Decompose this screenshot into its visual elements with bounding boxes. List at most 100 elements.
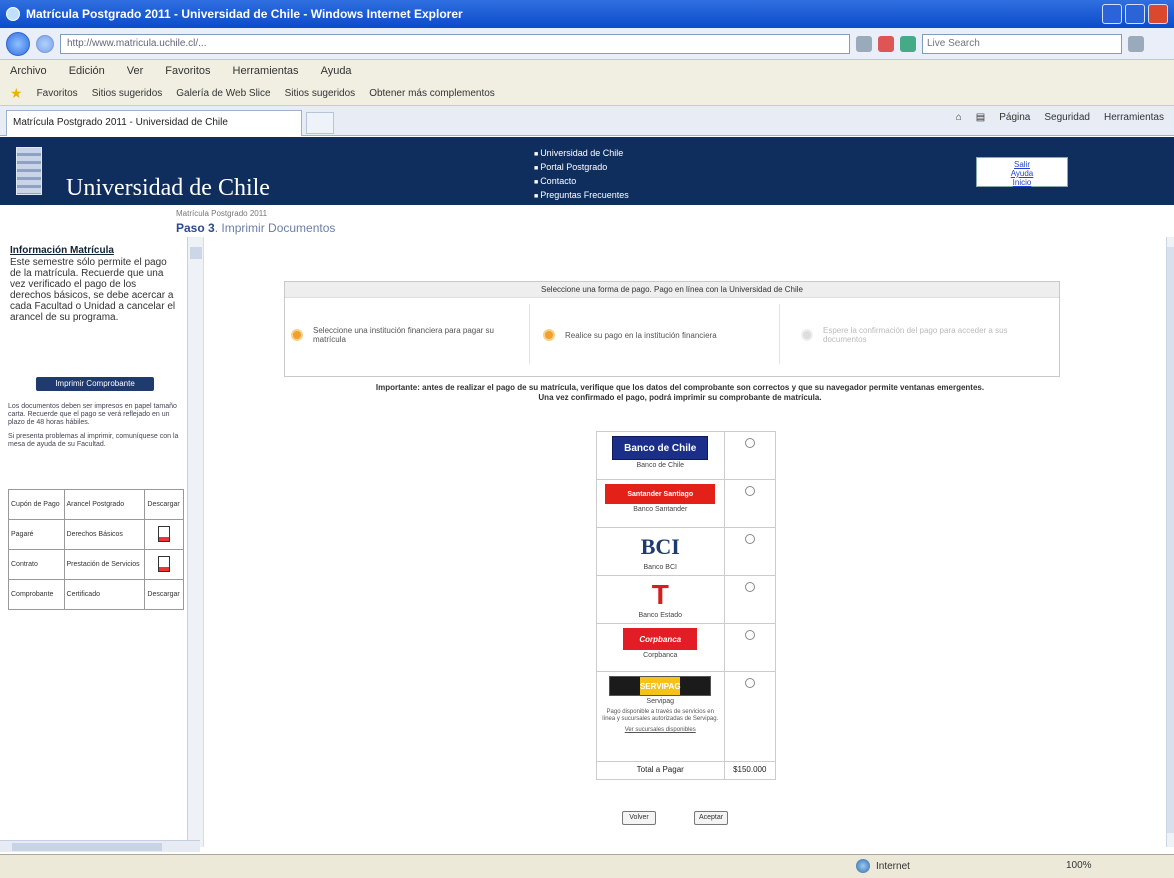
close-button[interactable] (1148, 4, 1168, 24)
menu-archivo[interactable]: Archivo (10, 65, 47, 77)
bank-radio[interactable] (744, 486, 755, 496)
favorite-link-3[interactable]: Sitios sugeridos (285, 88, 356, 99)
bank-radio[interactable] (744, 582, 755, 592)
maximize-button[interactable] (1125, 4, 1145, 24)
servipag-logo[interactable]: SERVIPAG (609, 676, 712, 696)
table-row: Contrato Prestación de Servicios (8, 549, 184, 580)
university-crest-icon (16, 147, 42, 195)
login-link-2[interactable]: Ayuda (977, 169, 1067, 178)
santander-logo[interactable]: Santander Santiago (605, 484, 716, 504)
step-divider (529, 304, 530, 364)
page-content: Universidad de Chile Universidad de Chil… (0, 137, 1174, 851)
table-cell: Certificado (63, 579, 146, 610)
total-label: Total a Pagar (596, 761, 725, 780)
menu-herramientas[interactable]: Herramientas (233, 65, 299, 77)
bank-row: T Banco Estado (596, 575, 776, 624)
refresh-icon[interactable] (856, 35, 872, 52)
bci-logo[interactable]: BCI (630, 532, 690, 562)
servipag-note: Pago disponible a través de servicios en… (602, 709, 719, 722)
bank-name: Servipag (646, 698, 675, 705)
favorite-link-4[interactable]: Obtener más complementos (369, 88, 495, 99)
menu-ver[interactable]: Ver (127, 65, 144, 77)
live-search-icon (900, 35, 916, 52)
horizontal-scrollbar[interactable] (0, 840, 200, 852)
favorite-link-2[interactable]: Galería de Web Slice (176, 88, 270, 99)
print-icon[interactable]: ▤ (976, 112, 985, 123)
favorites-star-icon: ★ (10, 85, 23, 101)
command-seguridad[interactable]: Seguridad (1044, 112, 1090, 123)
accept-button[interactable]: Aceptar (694, 811, 728, 825)
bank-cell: T Banco Estado (596, 575, 725, 624)
tab-active[interactable]: Matrícula Postgrado 2011 - Universidad d… (6, 110, 302, 136)
banco-estado-logo[interactable]: T (645, 579, 675, 610)
banner-link-1[interactable]: Universidad de Chile (534, 147, 629, 161)
banner-link-4[interactable]: Preguntas Frecuentes (534, 189, 629, 203)
new-tab-button[interactable] (306, 112, 334, 134)
home-icon[interactable]: ⌂ (956, 112, 962, 123)
url-field[interactable]: http://www.matricula.uchile.cl/... (60, 33, 850, 54)
vertical-scrollbar[interactable] (1166, 237, 1174, 847)
sidebar-title[interactable]: Información Matrícula (10, 245, 114, 256)
bank-cell: Banco de Chile Banco de Chile (596, 431, 725, 480)
minimize-button[interactable] (1102, 4, 1122, 24)
command-pagina[interactable]: Página (999, 112, 1030, 123)
favorite-link-1[interactable]: Sitios sugeridos (92, 88, 163, 99)
banner-link-3[interactable]: Contacto (534, 175, 629, 189)
status-bar: Internet 100% (0, 854, 1174, 878)
step-inactive-icon (801, 329, 813, 341)
menu-edicion[interactable]: Edición (69, 65, 105, 77)
bank-name: Banco BCI (643, 564, 677, 571)
favorites-button[interactable]: Favoritos (37, 88, 78, 99)
documents-table: Cupón de Pago Arancel Postgrado Descarga… (8, 489, 184, 610)
radio-cell (723, 623, 776, 672)
instructions-line-2: Una vez confirmado el pago, podrá imprim… (538, 393, 822, 402)
pdf-document-icon[interactable] (158, 525, 171, 542)
menu-ayuda[interactable]: Ayuda (321, 65, 352, 77)
step-divider (779, 304, 780, 364)
corpbanca-logo[interactable]: Corpbanca (623, 628, 698, 650)
login-box: Salir Ayuda Inicio (976, 157, 1068, 187)
banco-de-chile-logo[interactable]: Banco de Chile (612, 436, 709, 460)
forward-button[interactable] (36, 34, 54, 53)
globe-icon (856, 859, 870, 873)
sidebar-toggle-strip (188, 237, 204, 847)
payment-steps: Seleccione una forma de pago. Pago en lí… (284, 281, 1060, 377)
bank-name: Corpbanca (643, 652, 678, 659)
bank-cell: Corpbanca Corpbanca (596, 623, 725, 672)
total-value: $150.000 (723, 761, 776, 780)
download-link[interactable]: Descargar (144, 489, 184, 520)
zoom-level[interactable]: 100% (1066, 860, 1092, 871)
table-cell: Prestación de Servicios (63, 549, 146, 580)
bank-radio[interactable] (744, 630, 755, 640)
scroll-thumb[interactable] (12, 843, 162, 851)
bank-cell: Santander Santiago Banco Santander (596, 479, 725, 528)
search-icon[interactable] (1128, 35, 1144, 52)
total-row: Total a Pagar $150.000 (596, 761, 776, 780)
bank-radio[interactable] (744, 438, 755, 448)
pdf-document-icon[interactable] (158, 555, 171, 572)
command-herramientas[interactable]: Herramientas (1104, 112, 1164, 123)
back-button[interactable] (6, 31, 30, 56)
menu-favoritos[interactable]: Favoritos (165, 65, 210, 77)
sidebar-note-1: Los documentos deben ser impresos en pap… (8, 403, 177, 426)
table-cell (144, 549, 184, 580)
scroll-thumb[interactable] (1167, 247, 1174, 833)
back-page-button[interactable]: Volver (622, 811, 656, 825)
print-receipt-button[interactable]: Imprimir Comprobante (36, 377, 154, 391)
table-cell: Cupón de Pago (8, 489, 65, 520)
collapse-icon[interactable] (190, 247, 202, 259)
bank-row: SERVIPAG Servipag Pago disponible a trav… (596, 671, 776, 762)
stop-icon[interactable] (878, 35, 894, 52)
download-link[interactable]: Descargar (144, 579, 184, 610)
login-link-1[interactable]: Salir (977, 160, 1067, 169)
sidebar-text: Este semestre sólo permite el pago de la… (10, 257, 176, 323)
bank-radio[interactable] (744, 678, 755, 688)
login-link-3[interactable]: Inicio (977, 178, 1067, 187)
radio-cell (723, 431, 776, 480)
address-bar-row: http://www.matricula.uchile.cl/... (0, 28, 1174, 60)
search-input[interactable] (922, 33, 1122, 54)
radio-cell (723, 671, 776, 762)
servipag-link[interactable]: Ver sucursales disponibles (597, 723, 724, 734)
bank-radio[interactable] (744, 534, 755, 544)
banner-link-2[interactable]: Portal Postgrado (534, 161, 629, 175)
